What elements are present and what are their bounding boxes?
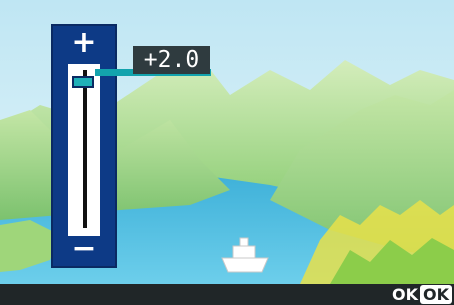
slider-track-line — [83, 70, 87, 228]
exposure-value-label: +2.0 — [133, 46, 210, 74]
camera-exposure-screen: + − +2.0 OK OK — [0, 0, 454, 305]
ok-hint-text: OK — [392, 285, 418, 304]
exposure-slider-handle[interactable] — [72, 75, 94, 88]
minus-icon: − — [71, 231, 97, 266]
exposure-slider-panel[interactable]: + − — [51, 24, 117, 268]
exposure-slider-track[interactable] — [68, 64, 100, 236]
bottom-status-bar: OK OK — [0, 284, 454, 305]
ok-button[interactable]: OK — [420, 285, 452, 304]
plus-icon: + — [71, 25, 97, 60]
